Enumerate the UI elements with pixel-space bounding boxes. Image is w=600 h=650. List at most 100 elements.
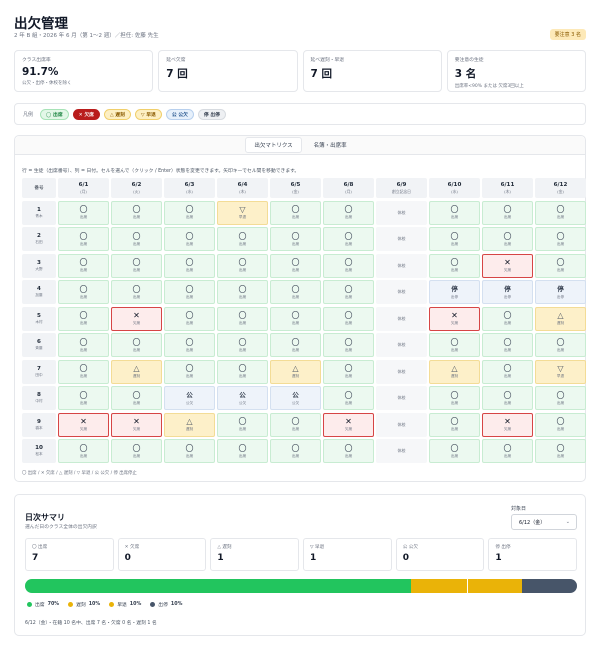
- attendance-cell[interactable]: 〇出席: [535, 386, 586, 410]
- attendance-cell[interactable]: 〇出席: [217, 333, 268, 357]
- attendance-cell[interactable]: 〇出席: [217, 306, 268, 331]
- attendance-cell[interactable]: 〇出席: [164, 439, 215, 463]
- attendance-cell[interactable]: ✕ 欠席: [111, 412, 162, 437]
- attendance-cell[interactable]: 公公欠: [217, 386, 268, 410]
- attendance-cell[interactable]: △ 遅刻: [164, 412, 215, 437]
- attendance-cell[interactable]: 〇出席: [429, 333, 480, 357]
- attendance-cell[interactable]: 〇出席: [429, 200, 480, 225]
- attendance-cell[interactable]: △ 遅刻: [111, 359, 162, 384]
- attendance-cell[interactable]: ✕ 欠席: [482, 253, 533, 278]
- attendance-cell[interactable]: 〇出席: [270, 280, 321, 304]
- student-number: 8: [37, 392, 41, 398]
- attendance-cell[interactable]: 〇出席: [217, 253, 268, 278]
- attendance-cell[interactable]: 〇出席: [58, 386, 109, 410]
- attendance-cell[interactable]: 〇出席: [323, 386, 374, 410]
- attendance-cell[interactable]: 〇出席: [429, 253, 480, 278]
- attendance-cell[interactable]: 〇出席: [58, 200, 109, 225]
- attendance-cell[interactable]: ✕ 欠席: [111, 306, 162, 331]
- attendance-cell[interactable]: 〇出席: [270, 439, 321, 463]
- attendance-cell[interactable]: 〇出席: [535, 253, 586, 278]
- attendance-cell[interactable]: 〇出席: [111, 280, 162, 304]
- attendance-cell[interactable]: 公公欠: [164, 386, 215, 410]
- attendance-cell[interactable]: 〇出席: [323, 200, 374, 225]
- attendance-cell[interactable]: 〇出席: [323, 359, 374, 384]
- attendance-cell[interactable]: 〇出席: [323, 280, 374, 304]
- attendance-cell[interactable]: 〇出席: [429, 412, 480, 437]
- attendance-cell[interactable]: 〇出席: [323, 306, 374, 331]
- attendance-cell[interactable]: 〇出席: [111, 253, 162, 278]
- target-date-select[interactable]: 6/12（金） ⌄: [511, 514, 577, 530]
- attendance-cell[interactable]: 〇出席: [270, 306, 321, 331]
- attendance-cell[interactable]: ✕ 欠席: [482, 412, 533, 437]
- attendance-cell[interactable]: 〇出席: [482, 359, 533, 384]
- attendance-cell[interactable]: 〇出席: [58, 333, 109, 357]
- attendance-cell[interactable]: 公公欠: [270, 386, 321, 410]
- attendance-cell[interactable]: 〇出席: [482, 306, 533, 331]
- attendance-cell[interactable]: 〇出席: [270, 253, 321, 278]
- attendance-cell[interactable]: 〇出席: [482, 439, 533, 463]
- attendance-cell[interactable]: 〇出席: [217, 280, 268, 304]
- attendance-cell[interactable]: ✕ 欠席: [323, 412, 374, 437]
- attendance-cell[interactable]: ▽ 早退: [535, 359, 586, 384]
- attendance-cell[interactable]: 〇出席: [429, 227, 480, 251]
- attendance-cell[interactable]: 〇出席: [164, 200, 215, 225]
- attendance-cell[interactable]: 〇出席: [482, 227, 533, 251]
- attendance-cell[interactable]: 〇出席: [58, 306, 109, 331]
- tab-roster[interactable]: 名簿・出席率: [306, 138, 355, 152]
- attendance-cell[interactable]: 〇出席: [535, 439, 586, 463]
- attendance-cell[interactable]: 〇出席: [58, 227, 109, 251]
- attendance-cell[interactable]: 停出停: [535, 280, 586, 304]
- attendance-cell[interactable]: 〇出席: [535, 227, 586, 251]
- attendance-cell[interactable]: 〇出席: [429, 439, 480, 463]
- attendance-cell[interactable]: 〇出席: [58, 280, 109, 304]
- attendance-cell[interactable]: 〇出席: [111, 439, 162, 463]
- attendance-cell[interactable]: 〇出席: [270, 200, 321, 225]
- attendance-cell[interactable]: 〇出席: [58, 439, 109, 463]
- attendance-cell[interactable]: 〇出席: [217, 439, 268, 463]
- status-label: 出席: [503, 321, 512, 325]
- attendance-cell[interactable]: 停出停: [482, 280, 533, 304]
- attendance-cell[interactable]: 〇出席: [111, 200, 162, 225]
- attendance-cell[interactable]: 〇出席: [482, 200, 533, 225]
- attendance-cell[interactable]: 〇出席: [482, 333, 533, 357]
- attendance-cell[interactable]: 〇出席: [217, 227, 268, 251]
- attendance-cell[interactable]: ✕ 欠席: [58, 412, 109, 437]
- attendance-cell[interactable]: 〇出席: [111, 333, 162, 357]
- status-label: 出席: [450, 347, 459, 352]
- attendance-cell[interactable]: 〇出席: [270, 412, 321, 437]
- attendance-cell[interactable]: 〇出席: [323, 253, 374, 278]
- attendance-cell[interactable]: △ 遅刻: [429, 359, 480, 384]
- attendance-cell[interactable]: 〇出席: [323, 227, 374, 251]
- attendance-cell[interactable]: 停出停: [429, 280, 480, 304]
- attendance-cell[interactable]: 〇出席: [270, 227, 321, 251]
- attendance-cell[interactable]: 〇出席: [535, 412, 586, 437]
- attendance-cell[interactable]: 〇出席: [164, 227, 215, 251]
- attendance-cell[interactable]: 〇出席: [429, 386, 480, 410]
- attendance-cell[interactable]: 〇出席: [164, 306, 215, 331]
- attendance-cell[interactable]: 〇出席: [535, 333, 586, 357]
- attendance-cell[interactable]: ✕ 欠席: [429, 306, 480, 331]
- attendance-cell[interactable]: 〇出席: [111, 227, 162, 251]
- attendance-cell[interactable]: △ 遅刻: [535, 306, 586, 331]
- attendance-cell[interactable]: 〇出席: [535, 200, 586, 225]
- status-label: 出席: [238, 268, 247, 272]
- attendance-cell[interactable]: △ 遅刻: [270, 359, 321, 384]
- attendance-cell[interactable]: 〇出席: [164, 333, 215, 357]
- attendance-cell[interactable]: ▽ 早退: [217, 200, 268, 225]
- attendance-cell[interactable]: 〇出席: [217, 359, 268, 384]
- tab-attendance-matrix[interactable]: 出欠マトリクス: [245, 137, 302, 153]
- attendance-cell[interactable]: 〇出席: [111, 386, 162, 410]
- attendance-cell[interactable]: 〇出席: [164, 280, 215, 304]
- attendance-cell[interactable]: 〇出席: [217, 412, 268, 437]
- attendance-cell[interactable]: 〇出席: [58, 253, 109, 278]
- student-name: 中村: [35, 399, 43, 403]
- attendance-cell[interactable]: 〇出席: [164, 253, 215, 278]
- attendance-cell[interactable]: 〇出席: [270, 333, 321, 357]
- attendance-cell[interactable]: 〇出席: [323, 333, 374, 357]
- attendance-cell[interactable]: 〇出席: [482, 386, 533, 410]
- attendance-cell[interactable]: 〇出席: [323, 439, 374, 463]
- attendance-cell[interactable]: 〇出席: [164, 359, 215, 384]
- attendance-cell[interactable]: 〇出席: [58, 359, 109, 384]
- weekday-label: (木): [504, 188, 511, 194]
- date-column-header: 6/1 (月): [58, 178, 109, 198]
